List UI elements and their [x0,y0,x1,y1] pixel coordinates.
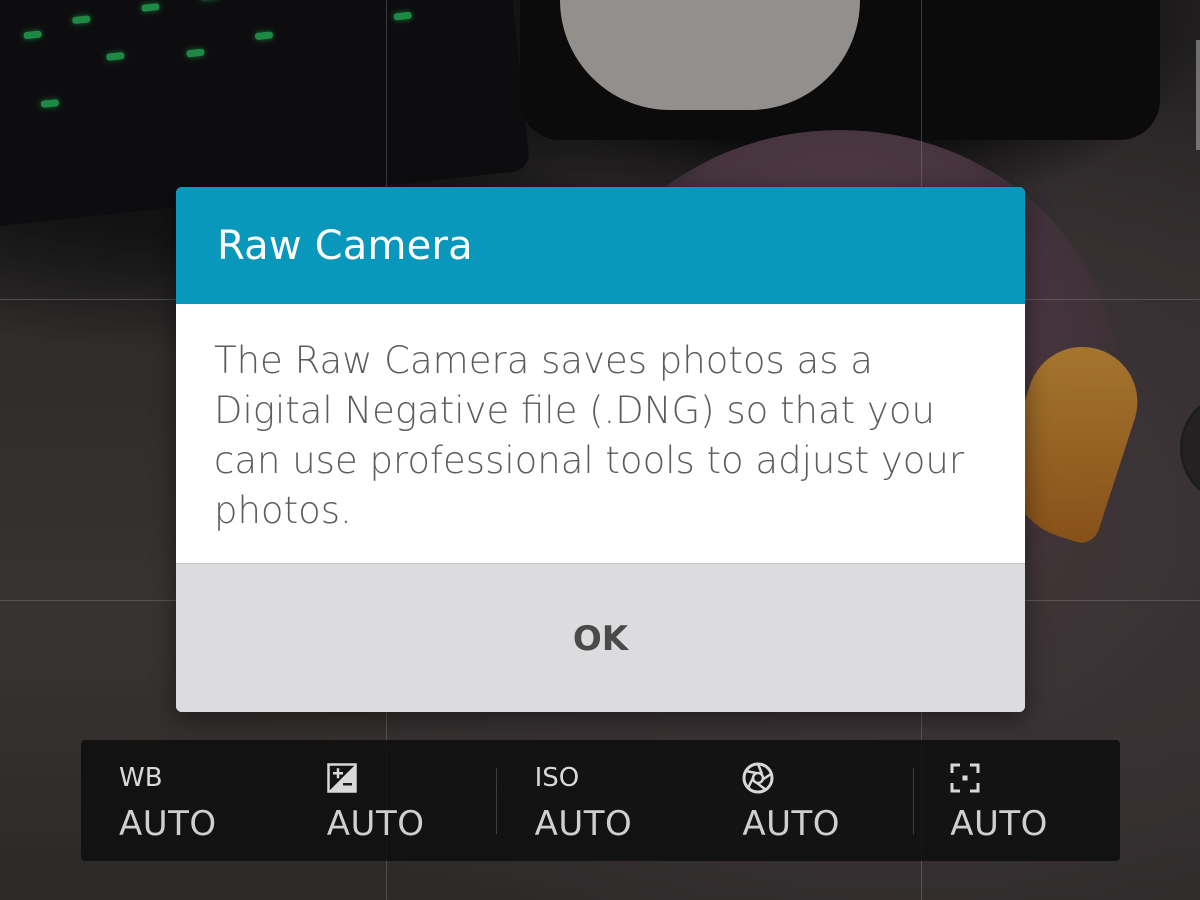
dialog-message: The Raw Camera saves photos as a Digital… [214,339,965,532]
dialog-header: Raw Camera [176,187,1025,304]
shutter-speed-value: AUTO [742,804,841,844]
exposure-value: AUTO [326,804,425,844]
ok-button[interactable]: OK [513,599,688,679]
dialog-title: Raw Camera [217,222,473,269]
dialog-footer: OK [176,563,1025,712]
iso-label: ISO [534,763,580,793]
focus-value: AUTO [950,804,1048,844]
dialog-body: The Raw Camera saves photos as a Digital… [176,304,1025,563]
iso-setting[interactable]: ISO AUTO [497,740,705,861]
focus-setting[interactable]: AUTO [912,740,1120,861]
iso-value: AUTO [534,804,633,844]
exposure-setting[interactable]: AUTO [289,740,497,861]
settings-divider [496,768,497,834]
exposure-compensation-icon [327,762,497,794]
shutter-speed-setting[interactable]: AUTO [704,740,912,861]
focus-icon [950,762,1120,794]
raw-camera-dialog: Raw Camera The Raw Camera saves photos a… [176,187,1025,712]
white-balance-value: AUTO [119,804,217,844]
white-balance-label: WB [119,763,163,793]
settings-divider [913,768,914,834]
shutter-aperture-icon [742,762,912,794]
white-balance-setting[interactable]: WB AUTO [81,740,289,861]
camera-settings-bar: WB AUTO AUTO ISO AUTO AUTO AUTO [81,740,1120,861]
